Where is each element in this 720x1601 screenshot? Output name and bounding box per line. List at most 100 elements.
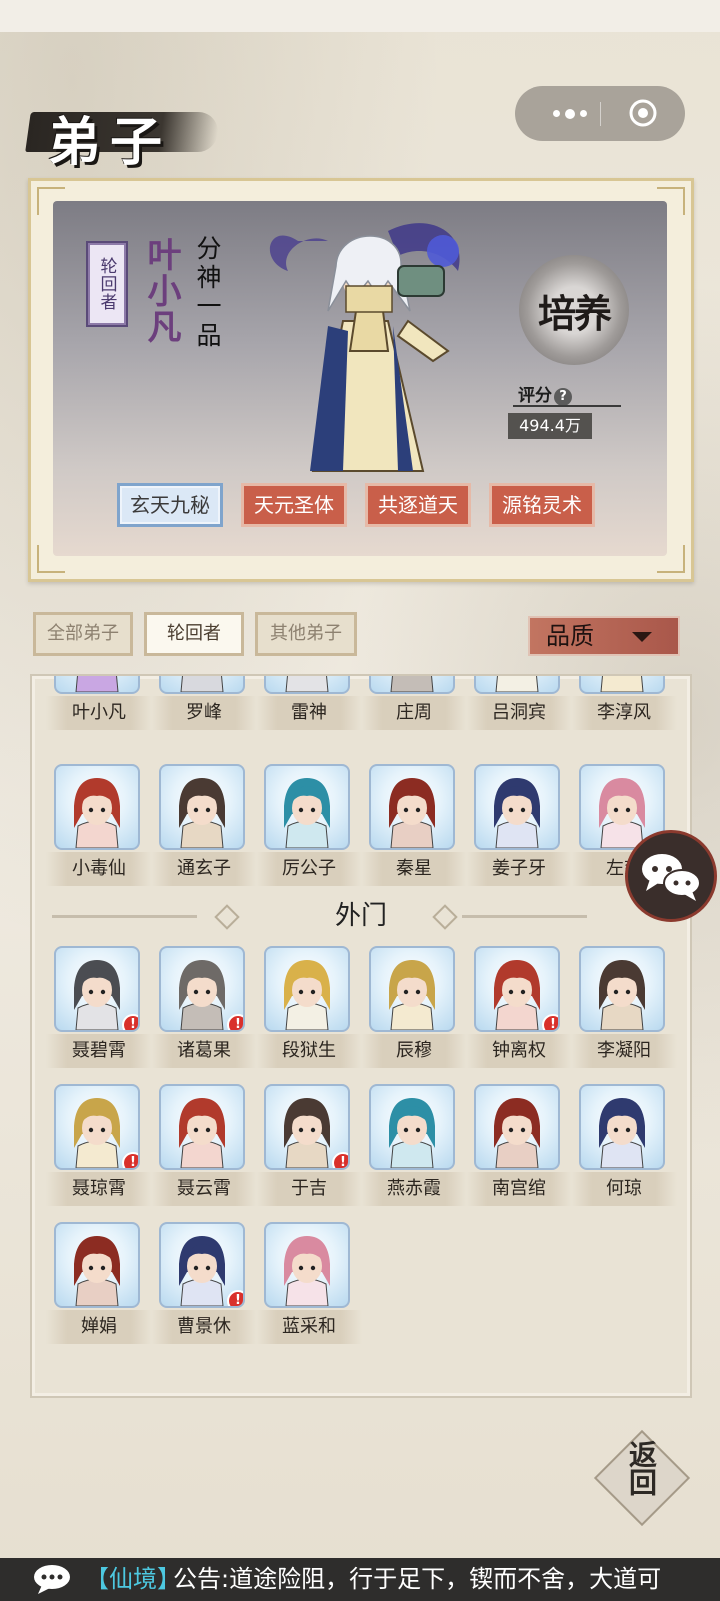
portrait-frame [474,676,560,694]
announcement-ticker[interactable]: 【仙境】 公告:道途险阻，行于足下，锲而不舍，大道可 [0,1558,720,1601]
portrait-frame [264,676,350,694]
hero-showcase: 轮回者 叶小凡 分神一品 培养 评分? 494.4万 玄天九秘 天元圣体 共逐道… [53,201,667,556]
disciple-name: 婵娟 [46,1310,152,1344]
portrait-frame: ! [159,946,245,1032]
alert-badge-icon: ! [227,1014,243,1030]
disciple-portrait [599,1098,645,1168]
back-button[interactable]: 返回 [593,1429,691,1527]
speech-bubble-icon [34,1565,70,1594]
portrait-frame [54,1222,140,1308]
disciple-name: 吕洞宾 [466,696,572,730]
skill-button-3[interactable]: 共逐道天 [365,483,471,527]
hero-name: 叶小凡 [141,237,181,345]
portrait-frame [159,1084,245,1170]
skill-button-4[interactable]: 源铭灵术 [489,483,595,527]
disciple-name: 厉公子 [256,852,362,886]
disciple-name: 姜子牙 [466,852,572,886]
alert-badge-icon: ! [122,1014,138,1030]
portrait-frame [159,764,245,850]
skill-button-2[interactable]: 天元圣体 [241,483,347,527]
hero-panel: 轮回者 叶小凡 分神一品 培养 评分? 494.4万 玄天九秘 天元圣体 共逐道… [28,178,694,582]
portrait-frame [474,1084,560,1170]
disciple-portrait [284,1236,330,1306]
disciple-portrait [389,778,435,848]
divider [462,915,587,918]
portrait-frame [579,1084,665,1170]
disciple-name: 罗峰 [151,696,257,730]
hero-rank: 分神一品 [193,235,222,351]
disciple-name: 何琼 [571,1172,677,1206]
disciple-portrait [494,778,540,848]
skill-button-1[interactable]: 玄天九秘 [117,483,223,527]
quality-dropdown[interactable]: 品质 [528,616,680,656]
portrait-frame [159,676,245,694]
page-title-block: 弟子 [25,100,228,173]
disciple-portrait [180,676,224,692]
disciple-name: 于吉 [256,1172,362,1206]
disciple-portrait [284,778,330,848]
disciple-portrait [74,1236,120,1306]
disciple-name: 通玄子 [151,852,257,886]
portrait-frame: ! [159,1222,245,1308]
disciple-name: 聂琼霄 [46,1172,152,1206]
score-label: 评分? [518,381,572,406]
disciple-name: 秦星 [361,852,467,886]
disciple-portrait [494,1098,540,1168]
close-target-icon[interactable] [628,98,658,128]
disciple-name: 聂碧霄 [46,1034,152,1068]
score-underline [513,405,621,407]
portrait-frame [369,676,455,694]
disciple-name: 诸葛果 [151,1034,257,1068]
portrait-frame [264,946,350,1032]
portrait-frame: ! [264,1084,350,1170]
chat-float-button[interactable] [625,830,717,922]
portrait-frame [369,764,455,850]
tab-reincarnators[interactable]: 轮回者 [144,612,244,656]
cultivate-button[interactable]: 培养 [519,255,629,365]
disciple-name: 小毒仙 [46,852,152,886]
ticker-message: 公告:道途险阻，行于足下，锲而不舍，大道可 [173,1565,662,1593]
portrait-frame [264,1222,350,1308]
disciple-portrait [74,778,120,848]
disciple-portrait [284,960,330,1030]
hero-character-art[interactable] [238,201,498,501]
disciple-portrait [285,676,329,692]
portrait-frame [579,946,665,1032]
portrait-frame [474,764,560,850]
disciple-name: 雷神 [256,696,362,730]
disciple-name: 段狱生 [256,1034,362,1068]
disciple-portrait [600,676,644,692]
disciple-name: 李淳风 [571,696,677,730]
disciple-name: 燕赤霞 [361,1172,467,1206]
capsule-divider [600,102,601,126]
portrait-frame [369,946,455,1032]
disciple-portrait [389,1098,435,1168]
disciple-list[interactable]: 叶小凡 罗峰 雷神 庄周 吕洞宾 李淳风 小毒仙 通玄子 厉公子 秦星 姜子牙 左慈 外门! 聂碧霄! 诸葛… [30,674,692,1398]
section-title: 外门 [334,901,387,931]
tab-all-disciples[interactable]: 全部弟子 [33,612,133,656]
portrait-frame [54,676,140,694]
ticker-tag: 【仙境】 [85,1565,181,1593]
disciple-name: 钟离权 [466,1034,572,1068]
disciple-portrait [179,1098,225,1168]
page-title: 弟子 [48,112,173,173]
alert-badge-icon: ! [227,1290,243,1306]
chat-icon [642,854,701,901]
score-value: 494.4万 [508,413,592,439]
portrait-frame [264,764,350,850]
portrait-frame [579,676,665,694]
more-icon[interactable] [535,86,605,141]
portrait-frame: ! [54,946,140,1032]
disciple-portrait [389,960,435,1030]
disciple-name: 庄周 [361,696,467,730]
alert-badge-icon: ! [542,1014,558,1030]
alert-badge-icon: ! [122,1152,138,1168]
disciple-name: 曹景休 [151,1310,257,1344]
disciple-portrait [179,778,225,848]
portrait-frame [54,764,140,850]
tab-other-disciples[interactable]: 其他弟子 [255,612,357,656]
help-icon[interactable]: ? [554,388,572,406]
alert-badge-icon: ! [332,1152,348,1168]
disciple-portrait [599,960,645,1030]
section-header-outer: 外门 [32,896,690,936]
